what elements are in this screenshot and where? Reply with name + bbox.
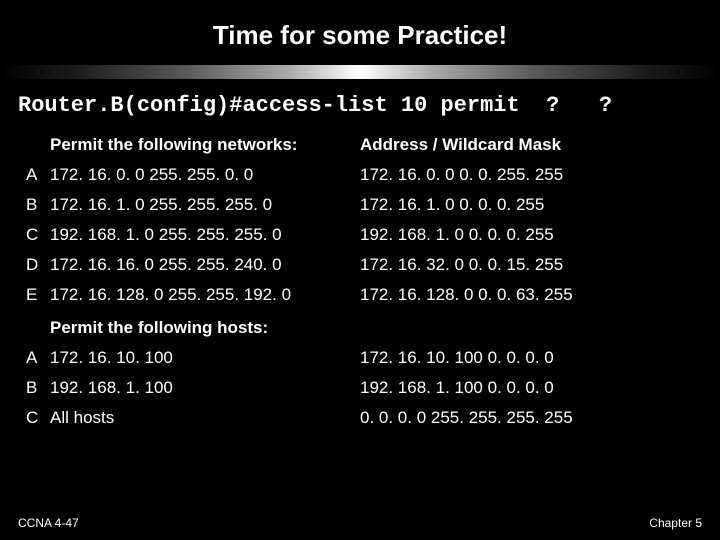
footer-left: CCNA 4-47	[18, 516, 79, 530]
row-host: All hosts	[46, 403, 356, 433]
row-mask: 172. 16. 1. 0 0. 0. 0. 255	[356, 190, 702, 220]
row-mask: 172. 16. 32. 0 0. 0. 15. 255	[356, 250, 702, 280]
row-label: A	[18, 343, 46, 373]
row-network: 172. 16. 16. 0 255. 255. 240. 0	[46, 250, 356, 280]
row-network: 172. 16. 0. 0 255. 255. 0. 0	[46, 160, 356, 190]
header-networks: Permit the following networks:	[46, 130, 356, 160]
footer-right: Chapter 5	[649, 516, 702, 530]
header-hosts: Permit the following hosts:	[46, 310, 702, 343]
row-label: A	[18, 160, 46, 190]
row-mask: 172. 16. 10. 100 0. 0. 0. 0	[356, 343, 702, 373]
table-row: C 192. 168. 1. 0 255. 255. 255. 0 192. 1…	[18, 220, 702, 250]
table-row: A 172. 16. 0. 0 255. 255. 0. 0 172. 16. …	[18, 160, 702, 190]
row-mask: 0. 0. 0. 0 255. 255. 255. 255	[356, 403, 702, 433]
row-mask: 172. 16. 0. 0 0. 0. 255. 255	[356, 160, 702, 190]
row-label: B	[18, 190, 46, 220]
row-network: 172. 16. 1. 0 255. 255. 255. 0	[46, 190, 356, 220]
row-label: C	[18, 403, 46, 433]
table-row: D 172. 16. 16. 0 255. 255. 240. 0 172. 1…	[18, 250, 702, 280]
table-row: C All hosts 0. 0. 0. 0 255. 255. 255. 25…	[18, 403, 702, 433]
router-command: Router.B(config)#access-list 10 permit ?…	[18, 93, 702, 118]
header-mask: Address / Wildcard Mask	[356, 130, 702, 160]
header-row: Permit the following networks: Address /…	[18, 130, 702, 160]
table-row: B 172. 16. 1. 0 255. 255. 255. 0 172. 16…	[18, 190, 702, 220]
row-label: B	[18, 373, 46, 403]
table-row: B 192. 168. 1. 100 192. 168. 1. 100 0. 0…	[18, 373, 702, 403]
row-mask: 192. 168. 1. 0 0. 0. 0. 255	[356, 220, 702, 250]
slide-content: Router.B(config)#access-list 10 permit ?…	[0, 79, 720, 433]
row-host: 192. 168. 1. 100	[46, 373, 356, 403]
table-row: E 172. 16. 128. 0 255. 255. 192. 0 172. …	[18, 280, 702, 310]
slide-title: Time for some Practice!	[0, 0, 720, 65]
practice-table: Permit the following networks: Address /…	[18, 130, 702, 433]
row-label: E	[18, 280, 46, 310]
row-network: 192. 168. 1. 0 255. 255. 255. 0	[46, 220, 356, 250]
row-label: C	[18, 220, 46, 250]
row-mask: 192. 168. 1. 100 0. 0. 0. 0	[356, 373, 702, 403]
title-underline	[0, 65, 720, 79]
row-host: 172. 16. 10. 100	[46, 343, 356, 373]
row-label: D	[18, 250, 46, 280]
table-row: A 172. 16. 10. 100 172. 16. 10. 100 0. 0…	[18, 343, 702, 373]
row-mask: 172. 16. 128. 0 0. 0. 63. 255	[356, 280, 702, 310]
hosts-header-row: Permit the following hosts:	[18, 310, 702, 343]
footer: CCNA 4-47 Chapter 5	[0, 516, 720, 530]
row-network: 172. 16. 128. 0 255. 255. 192. 0	[46, 280, 356, 310]
